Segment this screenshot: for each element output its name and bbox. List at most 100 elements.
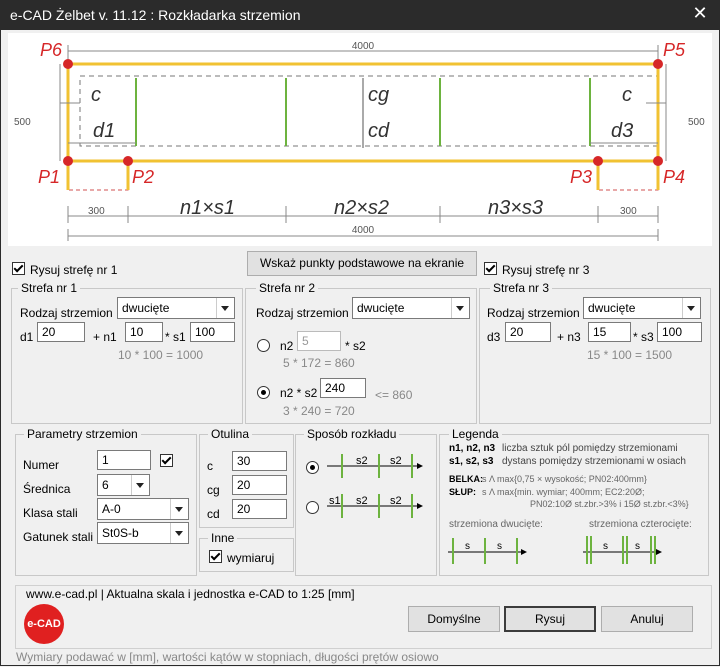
s3-input[interactable]: 100	[657, 322, 702, 342]
rysuj-button[interactable]: Rysuj	[504, 606, 596, 632]
d1-label: d1	[20, 330, 34, 344]
strefa1-formula: 10 * 100 = 1000	[118, 348, 204, 362]
sposob-s1-label: s1	[329, 495, 341, 507]
checkbox-icon[interactable]	[484, 262, 497, 275]
close-icon[interactable]: ✕	[688, 3, 712, 24]
sposob-1-radio[interactable]	[306, 461, 319, 474]
legenda-slup-c: PN02:10Ø st.zbr.>3% i 15Ø st.zbr.<3%}	[530, 499, 689, 509]
opt-n2-radio[interactable]	[257, 339, 270, 352]
sposob-s2-label-c: s2	[356, 495, 368, 507]
opt1-s2-label: * s2	[345, 339, 366, 353]
d3-label: d3	[487, 330, 501, 344]
point-p2: P2	[132, 167, 154, 187]
label-c-left: c	[91, 84, 101, 106]
sposob-s2-label-b: s2	[390, 455, 402, 467]
rysuj3-label: Rysuj strefę nr 3	[502, 263, 590, 277]
legenda-slup-a: SŁUP:	[449, 487, 476, 497]
label-d3: d3	[611, 120, 633, 142]
checkbox-icon[interactable]	[209, 550, 222, 563]
strefa2-formula2: 3 * 240 = 720	[283, 404, 355, 418]
domyslne-button[interactable]: Domyślne	[408, 606, 500, 632]
select-value: St0S-b	[102, 526, 139, 540]
chevron-down-icon[interactable]	[451, 298, 469, 318]
legenda-l1b: liczba sztuk pól pomiędzy strzemionami	[502, 443, 678, 454]
legenda-stirrup-diagrams: s s s s	[448, 536, 662, 564]
rodzaj-strzemion-3-select[interactable]: dwucięte	[583, 297, 701, 319]
schematic-drawing: 4000 500 500 P6 P5 P1 P2 P3 P4 c c cg cd…	[8, 33, 712, 246]
n2-input-disabled[interactable]: 5	[297, 331, 341, 351]
gatunek-label: Gatunek stali	[23, 530, 94, 544]
opt2-le-label: <= 860	[375, 388, 413, 402]
otulina-cg-input[interactable]: 20	[232, 475, 287, 495]
n3-input[interactable]: 15	[588, 322, 631, 342]
numer-input[interactable]: 1	[97, 450, 151, 470]
n2s2-input[interactable]: 240	[320, 378, 366, 398]
d1-input[interactable]: 20	[37, 322, 85, 342]
gatunek-stali-select[interactable]: St0S-b	[97, 522, 189, 544]
wymiaruj-checkbox[interactable]: wymiaruj	[209, 549, 274, 565]
chevron-down-icon[interactable]	[682, 298, 700, 318]
d3-input[interactable]: 20	[505, 322, 551, 342]
legenda-s-d: s	[635, 541, 640, 552]
status-bar-text: Wymiary podawać w [mm], wartości kątów w…	[16, 650, 439, 664]
chevron-down-icon[interactable]	[131, 475, 149, 495]
dim-300-left: 300	[88, 206, 105, 217]
opt1-n2-label: n2	[280, 339, 294, 353]
legenda-belka-b: s Λ max{0,75 × wysokość; PN02:400mm}	[482, 474, 647, 484]
legenda-dwuciete: strzemiona dwucięte:	[449, 519, 543, 530]
dim-bottom-text: 4000	[352, 225, 375, 236]
legenda-czterociete: strzemiona czterocięte:	[589, 519, 692, 530]
n1-input[interactable]: 10	[125, 322, 163, 342]
strefa-3-title: Strefa nr 3	[490, 281, 553, 295]
select-value: dwucięte	[588, 301, 636, 315]
numer-checkbox[interactable]	[160, 454, 173, 467]
legenda-s-c: s	[603, 541, 608, 552]
otulina-c-label: c	[207, 459, 213, 473]
rysuj-strefe-3-checkbox[interactable]: Rysuj strefę nr 3	[484, 261, 589, 277]
otulina-c-input[interactable]: 30	[232, 451, 287, 471]
chevron-down-icon[interactable]	[170, 523, 188, 543]
point-p1: P1	[38, 167, 60, 187]
otulina-cd-label: cd	[207, 507, 220, 521]
label-c-right: c	[622, 84, 632, 106]
opt-n2s2-radio[interactable]	[257, 386, 270, 399]
window-title: e-CAD Żelbet v. 11.12 : Rozkładarka strz…	[10, 7, 301, 23]
label-cg: cg	[368, 84, 389, 106]
label-cd: cd	[368, 120, 390, 142]
rysuj1-label: Rysuj strefę nr 1	[30, 263, 118, 277]
legenda-l2b: dystans pomiędzy strzemionami w osiach	[502, 456, 686, 467]
s1-input[interactable]: 100	[190, 322, 235, 342]
legenda-l2a: s1, s2, s3	[449, 456, 494, 467]
strefa2-formula1: 5 * 172 = 860	[283, 356, 355, 370]
select-value: 6	[102, 478, 109, 492]
wskaz-punkty-button[interactable]: Wskaż punkty podstawowe na ekranie	[247, 251, 477, 276]
rodzaj-strzemion-1-select[interactable]: dwucięte	[117, 297, 235, 319]
wymiaruj-label: wymiaruj	[227, 551, 275, 565]
otulina-cd-input[interactable]: 20	[232, 499, 287, 519]
legenda-belka-a: BELKA:	[449, 474, 483, 484]
strefa3-formula: 15 * 100 = 1500	[587, 348, 673, 362]
strefa-1-title: Strefa nr 1	[18, 281, 81, 295]
sposob-s2-label-a: s2	[356, 455, 368, 467]
select-value: A-0	[102, 502, 121, 516]
rodzaj-label: Rodzaj strzemion	[256, 306, 349, 320]
title-bar: e-CAD Żelbet v. 11.12 : Rozkładarka strz…	[0, 0, 720, 30]
sposob-2-radio[interactable]	[306, 501, 319, 514]
chevron-down-icon[interactable]	[216, 298, 234, 318]
rodzaj-label: Rodzaj strzemion	[487, 306, 580, 320]
klasa-stali-select[interactable]: A-0	[97, 498, 189, 520]
sposob-title: Sposób rozkładu	[304, 427, 400, 441]
s1-label: * s1	[165, 330, 186, 344]
height-left-text: 500	[14, 117, 31, 128]
numer-label: Numer	[23, 458, 60, 472]
chevron-down-icon[interactable]	[170, 499, 188, 519]
srednica-select[interactable]: 6	[97, 474, 150, 496]
rysuj-strefe-1-checkbox[interactable]: Rysuj strefę nr 1	[12, 261, 117, 277]
n3-label: + n3	[557, 330, 581, 344]
srednica-label: Średnica	[23, 482, 71, 496]
checkbox-icon[interactable]	[12, 262, 25, 275]
anuluj-button[interactable]: Anuluj	[601, 606, 693, 632]
s3-label: * s3	[633, 330, 654, 344]
point-p6: P6	[40, 40, 63, 60]
rodzaj-strzemion-2-select[interactable]: dwucięte	[352, 297, 470, 319]
